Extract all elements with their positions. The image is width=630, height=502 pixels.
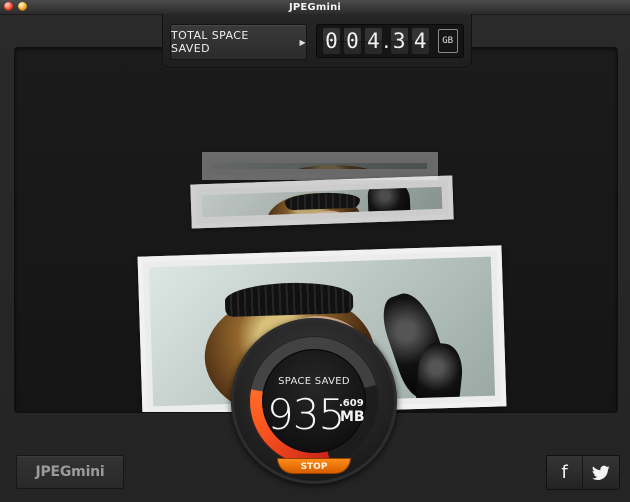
photo-image bbox=[213, 163, 427, 169]
photo-image bbox=[201, 186, 443, 218]
digit: 0 bbox=[323, 28, 340, 54]
digit: 4 bbox=[411, 28, 429, 54]
gauge-main-value: 935 bbox=[267, 390, 345, 439]
minimize-icon[interactable] bbox=[18, 2, 27, 11]
facebook-icon: f bbox=[561, 462, 568, 483]
twitter-icon bbox=[592, 465, 610, 480]
digit: 4 bbox=[365, 28, 382, 54]
total-space-digits: 0 0 4 . 3 4 GB bbox=[316, 24, 464, 58]
close-icon[interactable] bbox=[4, 2, 13, 11]
photo-subject-glasses bbox=[284, 191, 361, 211]
space-saved-gauge: SPACE SAVED 935 .609 MB STOP bbox=[231, 318, 397, 484]
stacked-photo-middle bbox=[190, 175, 454, 229]
jpegmini-window: JPEGmini TOTAL SPACE SAVED ▶ 0 0 4 . 3 4… bbox=[0, 0, 630, 502]
stop-button[interactable]: STOP bbox=[277, 458, 351, 474]
play-icon: ▶ bbox=[299, 37, 306, 47]
window-controls bbox=[4, 2, 27, 11]
gauge-decimal-value: .609 bbox=[339, 398, 364, 409]
total-space-saved-button[interactable]: TOTAL SPACE SAVED ▶ bbox=[170, 24, 307, 60]
window-title: JPEGmini bbox=[288, 1, 342, 13]
gauge-title: SPACE SAVED bbox=[278, 376, 350, 387]
decimal-separator: . bbox=[383, 29, 390, 53]
social-share-buttons: f bbox=[546, 455, 620, 490]
digit: 0 bbox=[344, 28, 361, 54]
digit: 3 bbox=[390, 28, 408, 54]
photo-subject-hair bbox=[283, 165, 383, 169]
total-space-unit: GB bbox=[437, 29, 458, 53]
total-space-counter: TOTAL SPACE SAVED ▶ 0 0 4 . 3 4 GB bbox=[162, 14, 472, 68]
stacked-photo-back bbox=[202, 152, 438, 180]
photo-subject-glove bbox=[367, 186, 411, 218]
jpegmini-logo: JPEGmini bbox=[16, 455, 124, 489]
total-space-saved-label: TOTAL SPACE SAVED bbox=[171, 29, 249, 55]
gauge-unit: MB bbox=[340, 409, 365, 425]
window-titlebar: JPEGmini bbox=[0, 0, 630, 15]
twitter-button[interactable] bbox=[583, 456, 619, 489]
facebook-button[interactable]: f bbox=[547, 456, 583, 489]
photo-subject-glasses bbox=[224, 281, 354, 318]
